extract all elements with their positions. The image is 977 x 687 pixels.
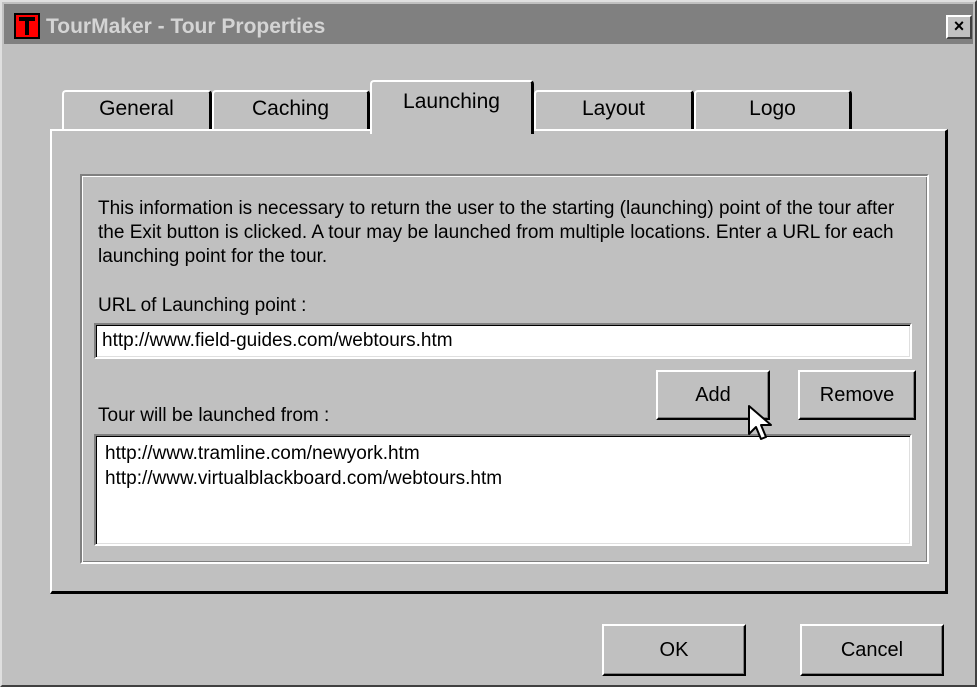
- launching-info-text: This information is necessary to return …: [98, 198, 895, 267]
- tab-caching-label: Caching: [251, 97, 330, 120]
- title-bar[interactable]: TourMaker - Tour Properties: [4, 4, 973, 44]
- dialog-window: TourMaker - Tour Properties × General Ca…: [0, 0, 977, 687]
- window-title: TourMaker - Tour Properties: [46, 15, 326, 38]
- tourmaker-app-icon[interactable]: [14, 13, 40, 39]
- launching-url-input[interactable]: [94, 323, 912, 359]
- tab-logo[interactable]: Logo: [694, 90, 852, 130]
- remove-button[interactable]: Remove: [798, 370, 916, 420]
- launched-from-label: Tour will be launched from :: [98, 405, 330, 426]
- tab-layout-label: Layout: [581, 97, 646, 120]
- list-item[interactable]: http://www.tramline.com/newyork.htm: [105, 441, 910, 466]
- cancel-button[interactable]: Cancel: [800, 624, 944, 676]
- ok-button[interactable]: OK: [602, 624, 746, 676]
- tab-general-label: General: [99, 97, 174, 120]
- tab-launching[interactable]: Launching: [370, 80, 534, 134]
- tab-layout[interactable]: Layout: [534, 90, 694, 130]
- tab-general[interactable]: General: [62, 90, 212, 130]
- mouse-pointer-icon: [748, 405, 772, 440]
- url-label: URL of Launching point :: [98, 295, 307, 316]
- list-item[interactable]: http://www.virtualblackboard.com/webtour…: [105, 466, 910, 491]
- close-icon: ×: [953, 16, 965, 36]
- tab-logo-label: Logo: [749, 97, 796, 120]
- tab-caching[interactable]: Caching: [212, 90, 370, 130]
- launched-from-listbox[interactable]: http://www.tramline.com/newyork.htm http…: [94, 434, 912, 546]
- close-button[interactable]: ×: [946, 15, 972, 39]
- tab-launching-label: Launching: [403, 90, 500, 113]
